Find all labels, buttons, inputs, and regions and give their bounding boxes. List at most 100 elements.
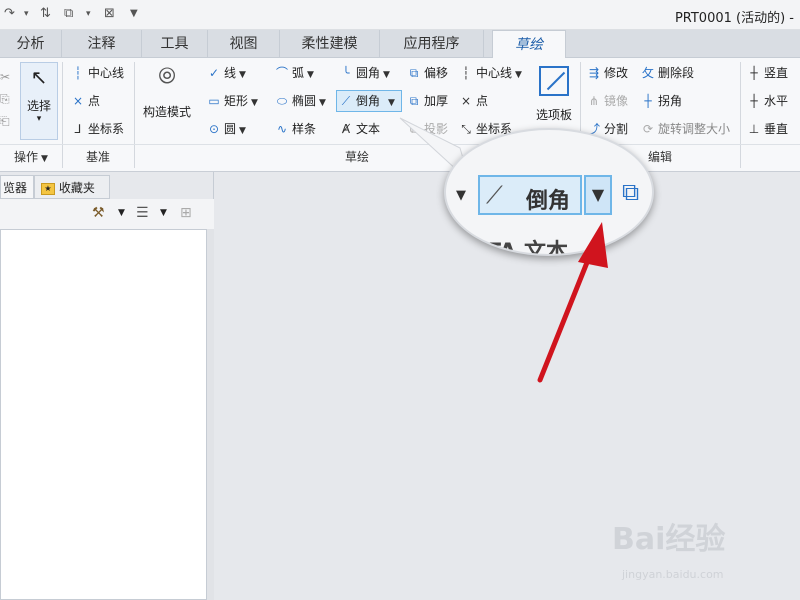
tab-view[interactable]: 视图 — [208, 30, 280, 58]
perpendicular-constraint-icon: ⊥ — [748, 122, 760, 136]
panel-scrollbar[interactable] — [207, 229, 214, 600]
regenerate-icon[interactable]: ⇅ — [40, 6, 51, 21]
rotate-resize-icon: ⟳ — [642, 122, 654, 136]
tab-annotate[interactable]: 注释 — [62, 30, 142, 58]
fillet-button[interactable]: ╰ 圆角 ▼ — [338, 64, 390, 82]
rectangle-button[interactable]: ▭ 矩形 ▼ — [206, 92, 258, 110]
window-title: PRT0001 (活动的) - — [674, 11, 794, 26]
panel-toolbar: ⚒ ▼ ☰ ▼ ⊞ — [0, 199, 214, 229]
baidu-watermark-url: jingyan.baidu.com — [622, 568, 724, 581]
offset-icon: ⧉ — [409, 66, 419, 80]
sketch-centerline-button[interactable]: ┆ 中心线 ▼ — [458, 64, 522, 82]
datum-centerline-button[interactable]: ┆ 中心线 — [70, 64, 124, 82]
settings-list-icon[interactable]: ☰ — [136, 205, 149, 221]
filter-icon[interactable]: ⊞ — [180, 205, 192, 221]
ellipse-icon: ⬭ — [276, 94, 288, 108]
tools-dropdown-icon[interactable]: ▼ — [118, 208, 125, 218]
spline-icon: ∿ — [276, 122, 288, 136]
select-dropdown-icon[interactable]: ▾ — [21, 114, 57, 124]
magnified-dropdown-icon: ▼ — [456, 188, 466, 203]
windows-dropdown-icon[interactable]: ▾ — [86, 9, 91, 19]
circle-icon: ⊙ — [208, 122, 220, 136]
thicken-icon: ⧉ — [409, 94, 419, 108]
line-icon: ✓ — [208, 66, 220, 80]
sketch-point-button[interactable]: × 点 — [458, 92, 488, 110]
tab-applications[interactable]: 应用程序 — [380, 30, 484, 58]
centerline-icon: ┆ — [462, 66, 470, 80]
magnified-chamfer-icon: ⟋ — [486, 181, 503, 209]
baidu-watermark: Bai经验 — [612, 522, 726, 557]
datum-point-button[interactable]: × 点 — [70, 92, 100, 110]
ellipse-button[interactable]: ⬭ 椭圆 ▼ — [274, 92, 326, 110]
thicken-button[interactable]: ⧉ 加厚 — [406, 92, 448, 110]
navigator-panel: 览器 ★ 收藏夹 ⚒ ▼ ☰ ▼ ⊞ — [0, 172, 214, 600]
rectangle-icon: ▭ — [208, 94, 220, 108]
spline-button[interactable]: ∿ 样条 — [274, 120, 316, 138]
quick-access-toolbar: ↷ ▾ ⇅ ⧉ ▾ ⊠ ▼ PRT0001 (活动的) - — [0, 0, 800, 30]
model-tree[interactable] — [0, 229, 207, 600]
modify-icon: ⇶ — [588, 66, 600, 80]
construction-mode-label: 构造模式 — [142, 105, 191, 119]
ribbon-tabs: 分析 注释 工具 视图 柔性建模 应用程序 草绘 — [0, 30, 800, 59]
perpendicular-constraint-button[interactable]: ⊥ 垂直 — [746, 120, 788, 138]
chamfer-button[interactable]: ⟋ 倒角 ▼ — [338, 92, 395, 110]
magnified-chamfer-dropdown-icon: ▼ — [584, 175, 612, 215]
tab-sketch[interactable]: 草绘 — [492, 30, 566, 59]
palette-button[interactable]: 选项板 — [530, 62, 578, 132]
panel-tabs: 览器 ★ 收藏夹 — [0, 175, 214, 199]
settings-dropdown-icon[interactable]: ▼ — [160, 208, 167, 218]
fillet-icon: ╰ — [342, 66, 350, 80]
line-button[interactable]: ✓ 线 ▼ — [206, 64, 246, 82]
offset-button[interactable]: ⧉ 偏移 — [406, 64, 448, 82]
group-separator — [740, 62, 741, 168]
datum-coordinate-system-button[interactable]: ⅃ 坐标系 — [70, 120, 124, 138]
group-operations-label[interactable]: 操作 ▼ — [0, 146, 62, 168]
chamfer-icon: ⟋ — [341, 94, 351, 108]
construction-mode-icon: ⦾ — [158, 64, 176, 89]
tools-icon[interactable]: ⚒ — [92, 205, 105, 221]
delete-segment-button[interactable]: ⺙删除段 — [640, 64, 694, 82]
modify-button[interactable]: ⇶ 修改 — [586, 64, 628, 82]
group-datum-label: 基准 — [85, 150, 110, 164]
construction-mode-button[interactable]: ⦾ 构造模式 — [140, 62, 194, 132]
centerline-icon: ┆ — [74, 66, 82, 80]
favorites-label: 收藏夹 — [58, 181, 95, 195]
cursor-arrow-icon: ↖ — [30, 65, 48, 89]
rotate-resize-button[interactable]: ⟳ 旋转调整大小 — [640, 120, 730, 138]
tab-tools[interactable]: 工具 — [142, 30, 208, 58]
text-icon: Ⱥ — [341, 122, 351, 136]
arc-button[interactable]: ⌒ 弧 ▼ — [274, 64, 314, 82]
select-button[interactable]: ↖ 选择 ▾ — [20, 62, 58, 140]
corner-button[interactable]: ┼ 拐角 — [640, 92, 682, 110]
horizontal-constraint-button[interactable]: ┼ 水平 — [746, 92, 788, 110]
customize-toolbar-icon[interactable]: ▼ — [130, 8, 138, 19]
select-label: 选择 — [26, 99, 51, 113]
red-arrow-annotation — [537, 222, 608, 383]
favorites-folder-icon: ★ — [41, 182, 55, 195]
arc-icon: ⌒ — [275, 66, 288, 80]
palette-label: 选项板 — [535, 108, 572, 122]
close-window-icon[interactable]: ⊠ — [104, 6, 115, 21]
vertical-constraint-button[interactable]: ┼ 竖直 — [746, 64, 788, 82]
coordinate-system-icon: ⅃ — [74, 122, 82, 136]
vertical-constraint-icon: ┼ — [750, 66, 758, 80]
tab-model-browser[interactable]: 览器 — [0, 175, 34, 199]
clipboard-icons: ✂ ⎘ ⎗ — [0, 70, 11, 128]
tab-favorites[interactable]: ★ 收藏夹 — [34, 175, 110, 199]
redo-dropdown-icon[interactable]: ▾ — [24, 9, 29, 19]
point-x-icon: × — [72, 94, 84, 108]
circle-button[interactable]: ⊙ 圆 ▼ — [206, 120, 246, 138]
magnified-chamfer-button: ⟋ 倒角 — [478, 175, 582, 215]
palette-icon — [539, 66, 569, 96]
magnified-offset-icon: ⧉ — [622, 178, 640, 206]
tab-flexible-modeling[interactable]: 柔性建模 — [280, 30, 380, 58]
mirror-button[interactable]: ⋔ 镜像 — [586, 92, 628, 110]
redo-icon[interactable]: ↷ — [4, 6, 15, 21]
windows-icon[interactable]: ⧉ — [64, 6, 73, 21]
mirror-icon: ⋔ — [588, 94, 600, 108]
delete-segment-icon: ⺙ — [641, 66, 654, 80]
corner-icon: ┼ — [644, 94, 652, 108]
tab-analysis[interactable]: 分析 — [0, 30, 62, 58]
text-button[interactable]: Ⱥ 文本 — [338, 120, 380, 138]
horizontal-constraint-icon: ┼ — [750, 94, 758, 108]
